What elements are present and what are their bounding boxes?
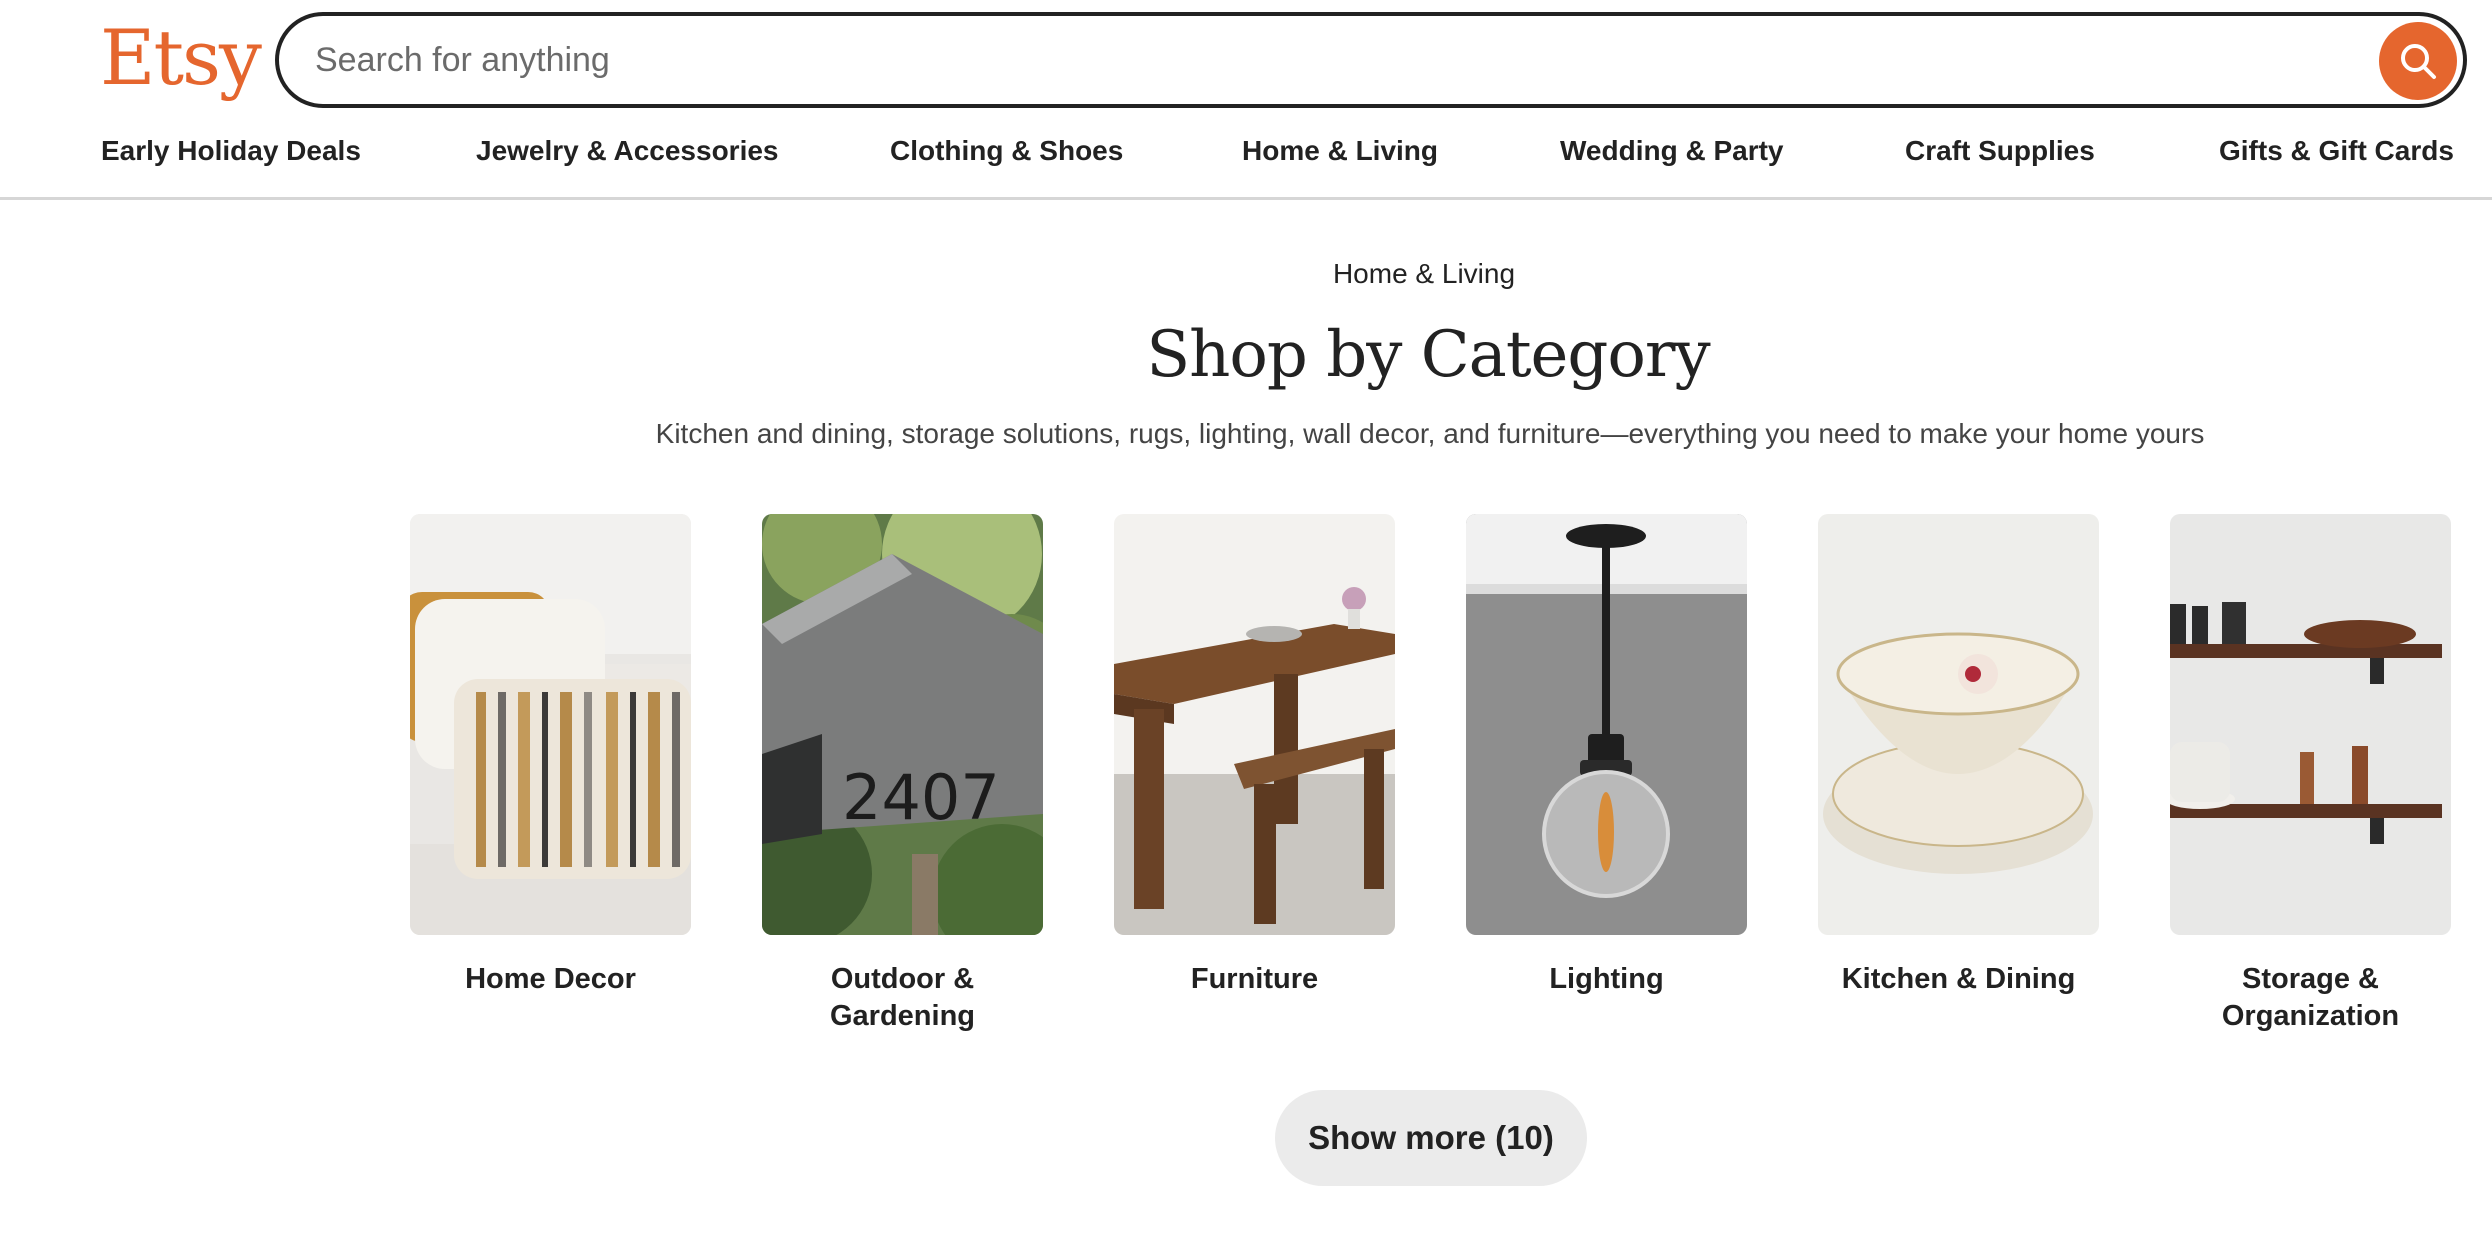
category-tile-furniture[interactable]: Furniture — [1114, 514, 1395, 998]
search-bar[interactable] — [275, 12, 2467, 108]
category-label: Lighting — [1549, 963, 1664, 995]
nav-early-holiday-deals[interactable]: Early Holiday Deals — [101, 128, 361, 174]
category-label: Home Decor — [465, 963, 636, 995]
category-tile-outdoor-gardening[interactable]: 2407 Outdoor & Gardening — [762, 514, 1043, 1035]
ceramic-bowl-photo — [1818, 514, 2099, 935]
nav-home-living[interactable]: Home & Living — [1242, 128, 1438, 174]
category-label: Storage & Organization — [2221, 963, 2400, 1032]
category-tile-storage-organization[interactable]: Storage & Organization — [2170, 514, 2451, 1035]
category-label: Kitchen & Dining — [1841, 963, 2076, 995]
wood-table-photo — [1114, 514, 1395, 935]
category-tile-lighting[interactable]: Lighting — [1466, 514, 1747, 998]
category-label: Furniture — [1190, 963, 1319, 995]
etsy-logo[interactable]: Etsy — [100, 8, 262, 108]
category-tile-home-decor[interactable]: Home Decor — [410, 514, 691, 998]
show-more-button[interactable]: Show more (10) — [1275, 1090, 1587, 1186]
nav-clothing-shoes[interactable]: Clothing & Shoes — [890, 128, 1123, 174]
nav-jewelry-accessories[interactable]: Jewelry & Accessories — [476, 128, 779, 174]
category-label: Outdoor & Gardening — [829, 963, 975, 1032]
nav-craft-supplies[interactable]: Craft Supplies — [1905, 128, 2095, 174]
mailbox-photo: 2407 — [762, 514, 1043, 935]
wall-shelves-photo — [2170, 514, 2451, 935]
category-tile-kitchen-dining[interactable]: Kitchen & Dining — [1818, 514, 2099, 998]
breadcrumb[interactable]: Home & Living — [0, 258, 2492, 290]
svg-text:2407: 2407 — [842, 761, 1000, 834]
nav-gifts-gift-cards[interactable]: Gifts & Gift Cards — [2219, 128, 2454, 174]
pillows-photo — [410, 514, 691, 935]
page-subtitle: Kitchen and dining, storage solutions, r… — [655, 418, 2205, 449]
search-icon — [2401, 44, 2436, 79]
search-input[interactable] — [315, 16, 2335, 104]
page-title: Shop by Category — [1146, 318, 1710, 392]
category-nav: Early Holiday Deals Jewelry & Accessorie… — [0, 128, 2492, 174]
nav-wedding-party[interactable]: Wedding & Party — [1560, 128, 1784, 174]
pendant-lamp-photo — [1466, 514, 1747, 935]
search-button[interactable] — [2379, 22, 2457, 100]
site-header: Etsy Early Holiday Deals Jewelry & Acces… — [0, 0, 2492, 200]
